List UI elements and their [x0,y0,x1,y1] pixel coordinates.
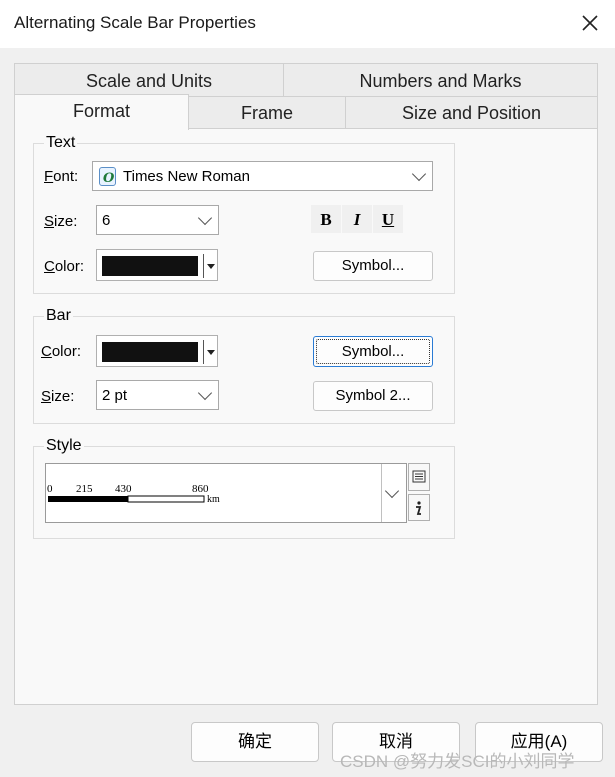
svg-text:O: O [103,171,115,185]
select-divider [381,464,382,522]
text-color-swatch [102,256,198,276]
bar-color-swatch [102,342,198,362]
chevron-down-icon [197,385,213,401]
bar-color-label: Color: [41,343,82,360]
text-group: Text Font: O Times New Roman Size: 6 B I… [33,134,455,294]
font-label: Font: [44,168,79,185]
tab-frame[interactable]: Frame [188,96,346,129]
text-size-value: 6 [102,212,111,229]
chevron-down-icon [197,210,213,226]
focus-ring [316,339,430,364]
style-info-icon[interactable] [408,494,430,521]
close-icon[interactable] [579,12,601,34]
ok-button[interactable]: 确定 [191,722,319,762]
text-size-select[interactable]: 6 [96,205,219,235]
underline-button[interactable]: U [373,205,403,233]
bar-size-value: 2 pt [102,387,128,404]
style-properties-icon[interactable] [408,463,430,491]
bar-color-picker[interactable] [96,335,218,367]
color-divider [203,340,204,364]
tick-label: 0 [47,483,53,495]
font-value: Times New Roman [123,168,250,185]
bar-group: Bar Color: Symbol... Size: 2 pt Symbol 2… [33,307,455,424]
chevron-down-icon [411,166,427,182]
dropdown-arrow-icon [207,350,215,355]
tab-strip: Scale and Units Numbers and Marks Frame … [14,63,598,130]
dropdown-arrow-icon [207,264,215,269]
watermark: CSDN @努力发SCI的小刘同学 [340,752,575,771]
tab-scale-and-units[interactable]: Scale and Units [14,63,284,97]
format-panel: Text Font: O Times New Roman Size: 6 B I… [14,128,598,705]
window-title: Alternating Scale Bar Properties [14,13,256,32]
style-group-label: Style [44,437,84,455]
tab-format[interactable]: Format [14,94,189,130]
style-select[interactable]: 0 215 430 860 km [45,463,407,523]
text-color-picker[interactable] [96,249,218,281]
bar-size-label: Size: [41,388,75,405]
bar-size-select[interactable]: 2 pt [96,380,219,410]
tick-label: 430 [115,483,132,495]
color-divider [203,254,204,278]
bar-group-label: Bar [44,307,73,325]
text-group-label: Text [44,134,78,152]
bar-symbol2-button[interactable]: Symbol 2... [313,381,433,411]
chevron-down-icon [384,483,400,499]
scale-bar-preview: 0 215 430 860 km [47,483,220,505]
italic-button[interactable]: I [342,205,372,233]
unit-label: km [207,494,220,505]
opentype-font-icon: O [99,167,116,186]
tab-size-and-position[interactable]: Size and Position [345,96,598,129]
bar-symbol-button[interactable]: Symbol... [313,336,433,367]
tab-numbers-and-marks[interactable]: Numbers and Marks [283,63,598,97]
text-symbol-button[interactable]: Symbol... [313,251,433,281]
font-select[interactable]: O Times New Roman [92,161,433,191]
title-bar: Alternating Scale Bar Properties [0,0,615,48]
style-group: Style 0 215 430 860 km [33,437,455,539]
bold-button[interactable]: B [311,205,341,233]
size-label: Size: [44,213,78,230]
color-label: Color: [44,258,85,275]
tick-label: 215 [76,483,93,495]
